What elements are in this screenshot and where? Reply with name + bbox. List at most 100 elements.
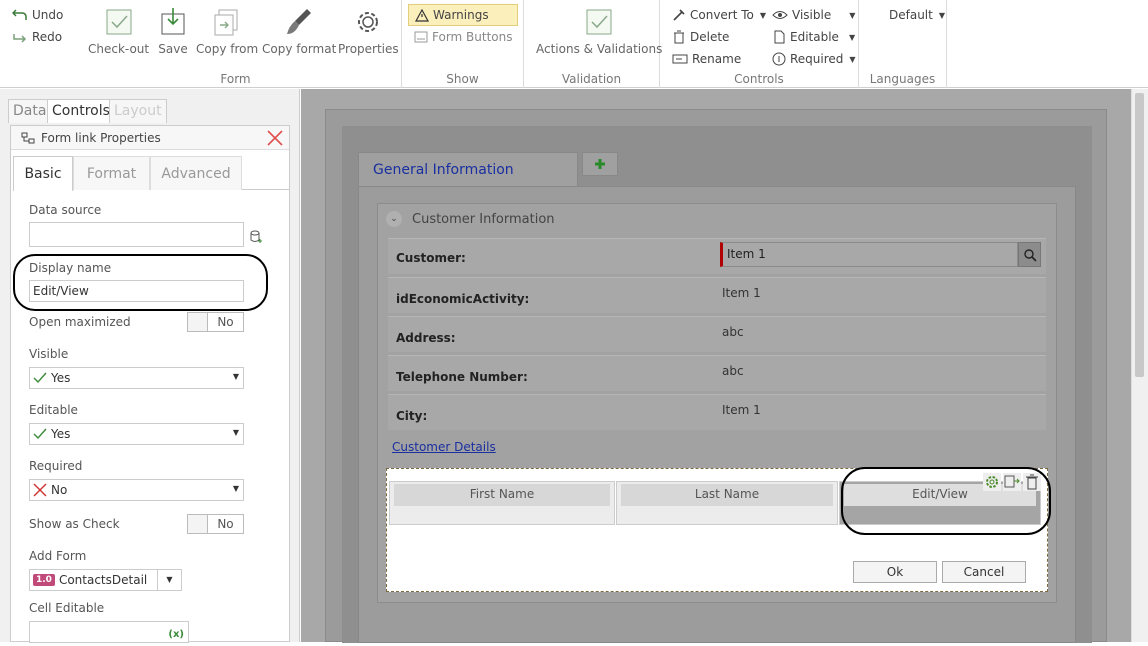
field-value: abc	[722, 364, 744, 378]
data-source-input[interactable]	[29, 222, 244, 247]
form-row-city: City: Item 1	[388, 394, 1046, 430]
chevron-down-icon: ▼	[759, 10, 767, 20]
editable-select[interactable]: Yes ▼	[29, 423, 244, 445]
annotation-circle	[13, 254, 268, 311]
properties-header: Form link Properties	[11, 126, 289, 150]
rename-icon	[672, 54, 688, 64]
annotation-circle	[841, 467, 1051, 535]
tab-general-information[interactable]: General Information	[358, 152, 578, 186]
customer-lookup-input[interactable]: Item 1	[720, 242, 1018, 267]
grid-column-first-name[interactable]: First Name	[389, 481, 615, 525]
visible-dropdown[interactable]: Visible ▼	[772, 8, 855, 22]
copy-from-icon	[214, 9, 238, 36]
chevron-down-icon: ▼	[938, 10, 946, 20]
info-circle-icon	[772, 52, 786, 66]
field-label: idEconomicActivity:	[396, 292, 530, 306]
add-form-select[interactable]: 1.0 ContactsDetail ▼	[29, 569, 182, 591]
save-button[interactable]: Save	[157, 6, 189, 56]
paintbrush-icon	[287, 9, 312, 34]
rename-button[interactable]: Rename	[672, 52, 741, 66]
form-buttons-button[interactable]: Form Buttons	[414, 30, 513, 44]
customer-information-section: ⌄ Customer Information Customer: Item 1 …	[377, 203, 1057, 603]
check-icon	[33, 372, 47, 384]
scrollbar-thumb[interactable]	[1135, 93, 1144, 377]
delete-button[interactable]: Delete	[672, 30, 729, 44]
tab-advanced[interactable]: Advanced	[150, 156, 242, 190]
required-dropdown[interactable]: Required ▼	[772, 52, 856, 66]
chevron-down-icon[interactable]: ▼	[157, 570, 181, 590]
formula-icon[interactable]: (x)	[168, 623, 184, 646]
plus-icon	[595, 159, 605, 169]
grid-column-last-name[interactable]: Last Name	[616, 481, 838, 525]
actions-validations-button[interactable]: Actions & Validations	[536, 6, 662, 56]
version-badge: 1.0	[33, 574, 55, 586]
form-row-address: Address: abc	[388, 316, 1046, 352]
visible-select[interactable]: Yes ▼	[29, 367, 244, 389]
section-header[interactable]: ⌄ Customer Information	[378, 204, 1056, 234]
show-group: Warnings Form Buttons Show	[402, 0, 524, 88]
required-label: Required	[29, 459, 83, 473]
edit-page-icon	[774, 30, 785, 44]
chevron-down-icon: ▼	[232, 428, 239, 437]
validation-check-icon	[586, 9, 612, 35]
cell-editable-input[interactable]: (x)	[29, 621, 189, 643]
tab-data[interactable]: Data	[8, 99, 52, 123]
collapse-chevron-icon[interactable]: ⌄	[386, 211, 402, 227]
ribbon-toolbar: Undo Redo Check-out Save Copy from Copy …	[0, 0, 1148, 88]
copy-format-button[interactable]: Copy format	[262, 6, 336, 56]
property-tabs: Basic Format Advanced	[13, 156, 289, 191]
show-as-check-toggle[interactable]: No	[187, 514, 244, 534]
editable-label: Editable	[29, 403, 78, 417]
history-group: Undo Redo	[0, 0, 70, 88]
tab-format[interactable]: Format	[73, 156, 150, 190]
add-tab-button[interactable]	[582, 152, 618, 176]
redo-icon	[13, 34, 27, 43]
properties-panel: Form link Properties Basic Format Advanc…	[10, 125, 290, 643]
editable-dropdown[interactable]: Editable ▼	[772, 30, 855, 44]
check-icon	[33, 428, 47, 440]
form-group: Check-out Save Copy from Copy format Pro…	[70, 0, 402, 88]
customer-details-link[interactable]: Customer Details	[392, 440, 496, 454]
language-dropdown[interactable]: Default ▼	[889, 8, 945, 22]
chevron-down-icon: ▼	[232, 372, 239, 381]
checkout-button[interactable]: Check-out	[88, 6, 149, 56]
form-buttons-icon	[414, 31, 428, 43]
controls-group: Convert To ▼ Delete Rename Visible ▼ Edita…	[660, 0, 859, 88]
chevron-down-icon: ▼	[849, 10, 856, 20]
copy-from-button[interactable]: Copy from	[196, 6, 258, 56]
field-value: Item 1	[722, 286, 761, 300]
cancel-button[interactable]: Cancel	[942, 561, 1026, 583]
add-form-label: Add Form	[29, 549, 87, 563]
field-value: abc	[722, 325, 744, 339]
save-icon	[161, 8, 185, 35]
redo-button[interactable]: Redo	[12, 30, 62, 44]
field-value: Item 1	[722, 403, 761, 417]
form-link-icon	[21, 132, 35, 143]
form-body: General Information ⌄ Customer Informati…	[342, 126, 1092, 643]
field-label: Address:	[396, 331, 456, 345]
chevron-down-icon: ▼	[232, 484, 239, 493]
database-add-icon[interactable]	[249, 230, 263, 244]
form-row-telephone: Telephone Number: abc	[388, 355, 1046, 391]
tab-basic[interactable]: Basic	[13, 156, 73, 191]
tab-controls[interactable]: Controls	[47, 99, 115, 123]
undo-icon	[12, 9, 27, 20]
eye-icon	[772, 11, 788, 19]
form-canvas: General Information ⌄ Customer Informati…	[301, 89, 1131, 643]
tab-layout[interactable]: Layout	[109, 99, 167, 123]
vertical-scrollbar[interactable]	[1131, 89, 1148, 642]
ok-button[interactable]: Ok	[853, 561, 937, 583]
properties-button[interactable]: Properties	[338, 6, 399, 56]
checkout-icon	[106, 9, 132, 35]
contacts-grid: First Name Last Name Edit/View Ok Cancel	[386, 467, 1051, 592]
close-icon[interactable]	[265, 128, 285, 148]
undo-button[interactable]: Undo	[12, 8, 63, 22]
open-maximized-toggle[interactable]: No	[187, 312, 244, 332]
validation-group: Actions & Validations Validation	[524, 0, 662, 88]
lookup-button[interactable]	[1018, 242, 1041, 267]
warnings-button[interactable]: Warnings	[408, 4, 518, 26]
cell-editable-label: Cell Editable	[29, 601, 105, 615]
field-label: Telephone Number:	[396, 370, 528, 384]
required-select[interactable]: No ▼	[29, 479, 244, 501]
convert-to-button[interactable]: Convert To ▼	[672, 8, 766, 22]
